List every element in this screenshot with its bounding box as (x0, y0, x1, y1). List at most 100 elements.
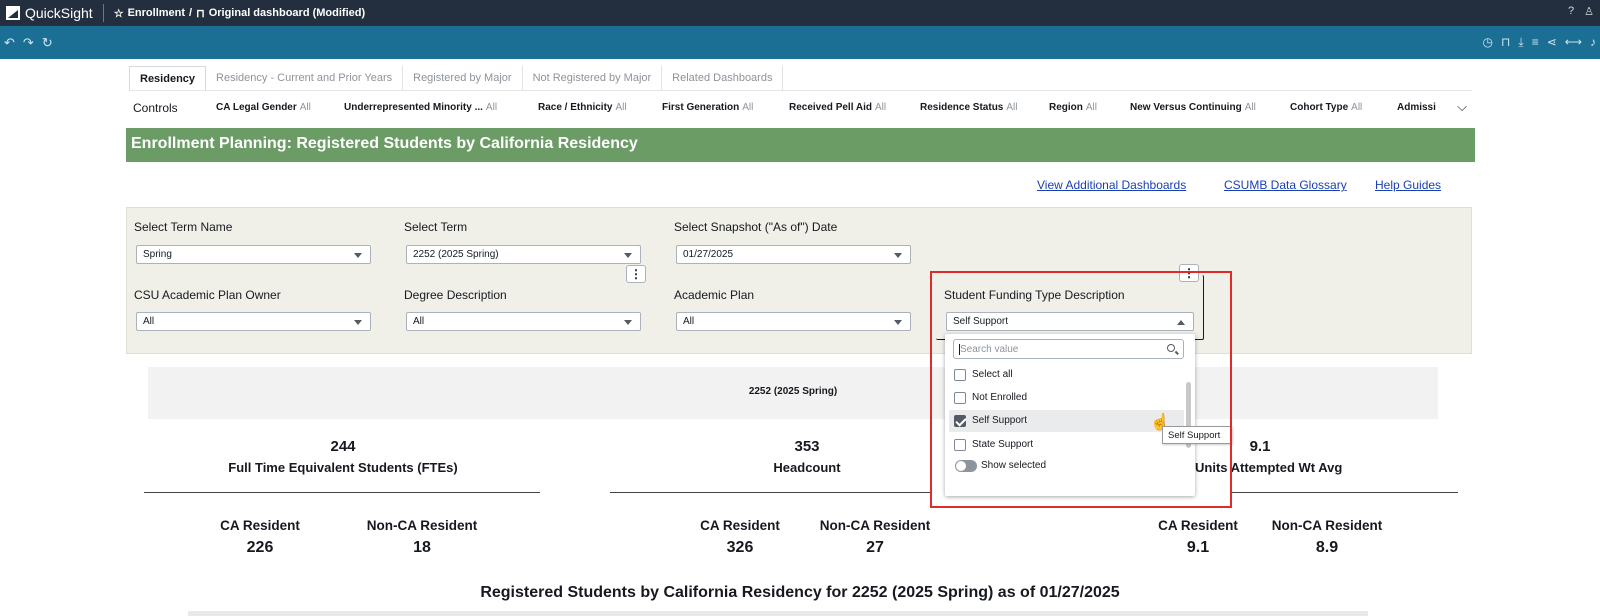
dashboard-toolbar: ↶ ↷ ↻ ◷ ⊓ ⤓ ≡ ⋖ ⟷ ♪ (0, 26, 1600, 59)
schedule-icon[interactable]: ◷ (1483, 35, 1493, 50)
undo-icon[interactable]: ↶ (4, 35, 15, 51)
kpi-divider (1230, 492, 1458, 493)
control-value: All (1085, 102, 1098, 113)
select-plan-owner[interactable]: All (136, 312, 371, 331)
user-icon[interactable]: ♙ (1584, 5, 1594, 18)
kpi-headcount-ca-label: CA Resident (700, 518, 780, 533)
breadcrumb: ☆ Enrollment / ⊓ Original dashboard (Mod… (114, 7, 365, 20)
kpi-units-ca-label: CA Resident (1158, 518, 1238, 533)
dataset-icon[interactable]: ≡ (1532, 35, 1539, 50)
control-name: New Versus Continuing (1130, 102, 1242, 113)
control-name: Underrepresented Minority ... (344, 102, 483, 113)
brand-name: QuickSight (25, 5, 93, 21)
link-csumb-data-glossary[interactable]: CSUMB Data Glossary (1224, 178, 1347, 192)
more-options-icon[interactable]: ⋮ (626, 265, 646, 283)
select-term[interactable]: 2252 (2025 Spring) (406, 245, 641, 264)
control-admission[interactable]: Admissi (1397, 102, 1436, 113)
expand-controls-chevron-icon[interactable]: ⌵ (1457, 101, 1467, 115)
select-degree-description[interactable]: All (406, 312, 641, 331)
select-term-name[interactable]: Spring (136, 245, 371, 264)
reset-icon[interactable]: ↻ (42, 35, 53, 51)
kpi-units-non-label: Non-CA Resident (1271, 518, 1383, 533)
filter-label-term-name: Select Term Name (134, 220, 233, 234)
kpi-headcount-non-label: Non-CA Resident (819, 518, 931, 533)
control-residence-status[interactable]: Residence Status All (920, 102, 1018, 113)
control-name: Admissi (1397, 102, 1436, 113)
select-value: Spring (143, 249, 172, 260)
caret-down-icon (624, 320, 632, 325)
term-band-label: 2252 (2025 Spring) (748, 386, 838, 397)
select-value: 2252 (2025 Spring) (413, 249, 499, 260)
term-band: 2252 (2025 Spring) (148, 367, 1438, 419)
kpi-headcount-ca-value: 326 (726, 539, 754, 556)
control-region[interactable]: Region All (1049, 102, 1097, 113)
control-value: All (1244, 102, 1256, 113)
select-snapshot-date[interactable]: 01/27/2025 (676, 245, 911, 264)
kpi-divider (610, 492, 932, 493)
kpi-fte-value: 244 (330, 438, 356, 455)
select-value: 01/27/2025 (683, 249, 734, 260)
notification-icon[interactable]: ♪ (1590, 35, 1596, 50)
link-help-guides[interactable]: Help Guides (1375, 178, 1441, 192)
top-bar: QuickSight ☆ Enrollment / ⊓ Original das… (0, 0, 1600, 26)
kpi-headcount-title: Headcount (773, 460, 841, 475)
redo-icon[interactable]: ↷ (23, 35, 34, 51)
star-icon[interactable]: ☆ (114, 7, 124, 20)
tab-residency-current-prior[interactable]: Residency - Current and Prior Years (206, 66, 404, 90)
select-value: All (683, 316, 695, 327)
control-name: CA Legal Gender (216, 102, 297, 113)
control-name: Cohort Type (1290, 102, 1349, 113)
bookmark-icon[interactable]: ⊓ (196, 7, 205, 20)
filter-label-term: Select Term (404, 220, 468, 234)
caret-down-icon (894, 253, 902, 258)
tab-not-registered-by-major[interactable]: Not Registered by Major (523, 66, 663, 90)
breadcrumb-folder[interactable]: Enrollment (128, 7, 185, 19)
control-ca-legal-gender[interactable]: CA Legal Gender All (216, 102, 311, 113)
control-value: All (742, 102, 754, 113)
highlight-box (930, 271, 1232, 508)
control-cohort-type[interactable]: Cohort Type All (1290, 102, 1362, 113)
bookmark-icon[interactable]: ⊓ (1501, 35, 1510, 50)
quicksight-logo[interactable]: QuickSight (0, 0, 103, 26)
caret-down-icon (354, 320, 362, 325)
share-icon[interactable]: ⋖ (1547, 35, 1557, 50)
control-race-ethnicity[interactable]: Race / Ethnicity All (538, 102, 627, 113)
control-name: Received Pell Aid (789, 102, 872, 113)
divider (102, 4, 104, 22)
download-icon[interactable]: ⤓ (1518, 35, 1523, 50)
caret-down-icon (354, 253, 362, 258)
control-underrepresented-minority[interactable]: Underrepresented Minority ... All (344, 102, 497, 113)
kpi-fte-non-label: Non-CA Resident (366, 518, 478, 533)
kpi-fte-title: Full Time Equivalent Students (FTEs) (228, 460, 458, 475)
tab-divider (129, 90, 1472, 91)
fit-width-icon[interactable]: ⟷ (1565, 35, 1582, 50)
filter-label-plan-owner: CSU Academic Plan Owner (134, 288, 281, 302)
tab-registered-by-major[interactable]: Registered by Major (403, 66, 523, 90)
quicksight-logo-icon (6, 6, 20, 20)
filter-label-snapshot-date: Select Snapshot ("As of") Date (674, 220, 838, 234)
control-received-pell-aid[interactable]: Received Pell Aid All (789, 102, 886, 113)
control-new-vs-continuing[interactable]: New Versus Continuing All (1130, 102, 1256, 113)
select-academic-plan[interactable]: All (676, 312, 911, 331)
controls-label: Controls (133, 101, 178, 115)
tab-residency[interactable]: Residency (129, 66, 207, 90)
control-value: All (615, 102, 627, 113)
controls-bar: Controls CA Legal Gender All Underreprese… (133, 101, 1473, 117)
filter-label-academic-plan: Academic Plan (674, 288, 755, 302)
breadcrumb-dashboard: Original dashboard (Modified) (208, 7, 366, 19)
caret-down-icon (894, 320, 902, 325)
control-value: All (1351, 102, 1363, 113)
select-value: All (413, 316, 425, 327)
control-name: Region (1049, 102, 1083, 113)
sheet-tabs: Residency Residency - Current and Prior … (129, 66, 784, 90)
control-name: First Generation (662, 102, 740, 113)
kpi-units-ca-value: 9.1 (1186, 539, 1210, 556)
control-value: All (875, 102, 887, 113)
link-view-additional-dashboards[interactable]: View Additional Dashboards (1037, 178, 1186, 192)
control-first-generation[interactable]: First Generation All (662, 102, 753, 113)
tab-related-dashboards[interactable]: Related Dashboards (662, 66, 784, 90)
kpi-divider (144, 492, 540, 493)
kpi-fte-non-value: 18 (413, 539, 431, 556)
select-value: All (143, 316, 155, 327)
help-icon[interactable]: ? (1568, 5, 1574, 18)
